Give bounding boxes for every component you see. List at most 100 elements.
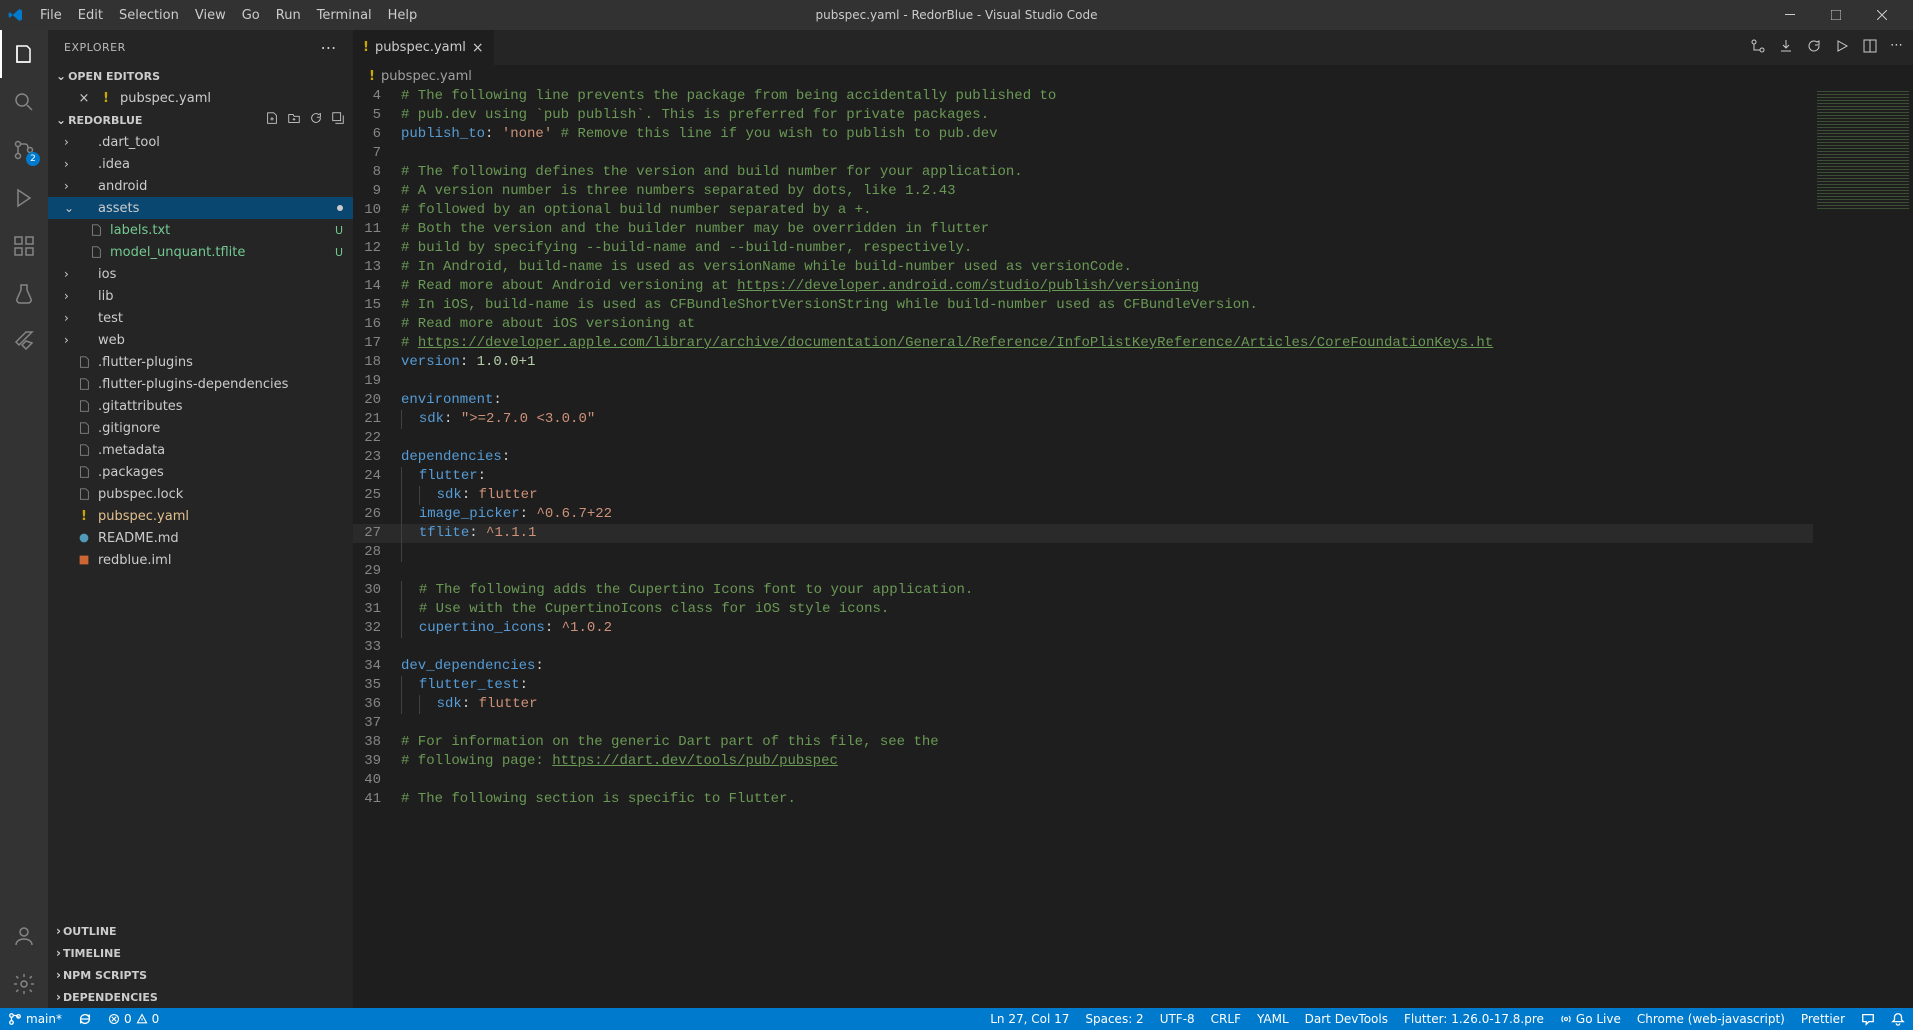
new-file-icon[interactable] [265, 111, 279, 129]
editor-line[interactable]: 15# In iOS, build-name is used as CFBund… [353, 296, 1813, 315]
menu-help[interactable]: Help [380, 4, 426, 27]
folder-web[interactable]: ›web [48, 329, 353, 351]
editor-line[interactable]: 29 [353, 562, 1813, 581]
minimap[interactable] [1813, 87, 1913, 1008]
status-flutter[interactable]: Flutter: 1.26.0-17.8.pre [1396, 1012, 1552, 1026]
editor-line[interactable]: 34dev_dependencies: [353, 657, 1813, 676]
folder--idea[interactable]: ›.idea [48, 153, 353, 175]
section-dependencies[interactable]: › DEPENDENCIES [48, 986, 353, 1008]
run-icon[interactable] [1834, 38, 1850, 58]
editor-line[interactable]: 12# build by specifying --build-name and… [353, 239, 1813, 258]
status-spaces[interactable]: Spaces: 2 [1077, 1012, 1151, 1026]
file--gitattributes[interactable]: .gitattributes [48, 395, 353, 417]
status-prettier[interactable]: Prettier [1793, 1012, 1853, 1026]
download-icon[interactable] [1778, 38, 1794, 58]
editor-line[interactable]: 25 sdk: flutter [353, 486, 1813, 505]
editor-line[interactable]: 27 tflite: ^1.1.1 [353, 524, 1813, 543]
editor-line[interactable]: 18version: 1.0.0+1 [353, 353, 1813, 372]
activity-testing[interactable] [0, 270, 48, 318]
activity-extensions[interactable] [0, 222, 48, 270]
menu-selection[interactable]: Selection [111, 4, 187, 27]
activity-explorer[interactable] [0, 30, 48, 78]
code-editor[interactable]: 4# The following line prevents the packa… [353, 87, 1813, 1008]
refresh-icon[interactable] [309, 111, 323, 129]
activity-source-control[interactable]: 2 [0, 126, 48, 174]
editor-line[interactable]: 36 sdk: flutter [353, 695, 1813, 714]
file-pubspec-yaml[interactable]: !pubspec.yaml [48, 505, 353, 527]
menu-run[interactable]: Run [268, 4, 309, 27]
editor-line[interactable]: 20environment: [353, 391, 1813, 410]
status-problems[interactable]: 0 0 [100, 1012, 167, 1026]
collapse-all-icon[interactable] [331, 111, 345, 129]
status-cursor[interactable]: Ln 27, Col 17 [982, 1012, 1077, 1026]
editor-line[interactable]: 6publish_to: 'none' # Remove this line i… [353, 125, 1813, 144]
folder--dart-tool[interactable]: ›.dart_tool [48, 131, 353, 153]
editor-line[interactable]: 9# A version number is three numbers sep… [353, 182, 1813, 201]
status-eol[interactable]: CRLF [1203, 1012, 1249, 1026]
file--gitignore[interactable]: .gitignore [48, 417, 353, 439]
sidebar-more-icon[interactable]: ⋯ [321, 38, 338, 57]
editor-line[interactable]: 8# The following defines the version and… [353, 163, 1813, 182]
tab-pubspec[interactable]: ! pubspec.yaml × [353, 30, 494, 65]
file-pubspec-lock[interactable]: pubspec.lock [48, 483, 353, 505]
status-branch[interactable]: main* [0, 1012, 70, 1026]
folder-ios[interactable]: ›ios [48, 263, 353, 285]
activity-search[interactable] [0, 78, 48, 126]
more-icon[interactable]: ⋯ [1890, 38, 1903, 58]
compare-changes-icon[interactable] [1750, 38, 1766, 58]
section-npm-scripts[interactable]: › NPM SCRIPTS [48, 964, 353, 986]
editor-line[interactable]: 37 [353, 714, 1813, 733]
section-project[interactable]: ⌄ REDORBLUE [48, 109, 353, 131]
editor-line[interactable]: 14# Read more about Android versioning a… [353, 277, 1813, 296]
status-golive[interactable]: Go Live [1552, 1012, 1629, 1026]
editor-line[interactable]: 35 flutter_test: [353, 676, 1813, 695]
activity-accounts[interactable] [0, 912, 48, 960]
file-readme-md[interactable]: README.md [48, 527, 353, 549]
status-devtools[interactable]: Dart DevTools [1297, 1012, 1396, 1026]
file--flutter-plugins[interactable]: .flutter-plugins [48, 351, 353, 373]
editor-line[interactable]: 38# For information on the generic Dart … [353, 733, 1813, 752]
close-icon[interactable]: × [76, 91, 92, 106]
close-button[interactable] [1859, 0, 1905, 30]
editor-line[interactable]: 32 cupertino_icons: ^1.0.2 [353, 619, 1813, 638]
editor-line[interactable]: 24 flutter: [353, 467, 1813, 486]
section-outline[interactable]: › OUTLINE [48, 920, 353, 942]
editor-line[interactable]: 10# followed by an optional build number… [353, 201, 1813, 220]
folder-assets[interactable]: ⌄assets [48, 197, 353, 219]
file-labels-txt[interactable]: labels.txtU [48, 219, 353, 241]
editor-line[interactable]: 7 [353, 144, 1813, 163]
status-feedback[interactable] [1853, 1012, 1883, 1026]
status-sync[interactable] [70, 1012, 100, 1026]
file-model-unquant-tflite[interactable]: model_unquant.tfliteU [48, 241, 353, 263]
file-redblue-iml[interactable]: redblue.iml [48, 549, 353, 571]
editor-line[interactable]: 41# The following section is specific to… [353, 790, 1813, 809]
menu-terminal[interactable]: Terminal [309, 4, 380, 27]
new-folder-icon[interactable] [287, 111, 301, 129]
editor-line[interactable]: 39# following page: https://dart.dev/too… [353, 752, 1813, 771]
status-chrome[interactable]: Chrome (web-javascript) [1629, 1012, 1793, 1026]
editor-line[interactable]: 23dependencies: [353, 448, 1813, 467]
folder-lib[interactable]: ›lib [48, 285, 353, 307]
section-timeline[interactable]: › TIMELINE [48, 942, 353, 964]
minimize-button[interactable] [1767, 0, 1813, 30]
activity-run-debug[interactable] [0, 174, 48, 222]
editor-line[interactable]: 31 # Use with the CupertinoIcons class f… [353, 600, 1813, 619]
activity-flutter[interactable] [0, 318, 48, 366]
editor-line[interactable]: 11# Both the version and the builder num… [353, 220, 1813, 239]
editor-line[interactable]: 16# Read more about iOS versioning at [353, 315, 1813, 334]
menu-edit[interactable]: Edit [70, 4, 111, 27]
editor-line[interactable]: 19 [353, 372, 1813, 391]
breadcrumb[interactable]: ! pubspec.yaml [353, 65, 1913, 87]
file--flutter-plugins-dependencies[interactable]: .flutter-plugins-dependencies [48, 373, 353, 395]
editor-line[interactable]: 22 [353, 429, 1813, 448]
section-open-editors[interactable]: ⌄ OPEN EDITORS [48, 65, 353, 87]
editor-line[interactable]: 26 image_picker: ^0.6.7+22 [353, 505, 1813, 524]
menu-file[interactable]: File [32, 4, 70, 27]
close-icon[interactable]: × [472, 40, 484, 56]
maximize-button[interactable] [1813, 0, 1859, 30]
editor-line[interactable]: 28 [353, 543, 1813, 562]
menu-go[interactable]: Go [234, 4, 268, 27]
status-encoding[interactable]: UTF-8 [1152, 1012, 1203, 1026]
folder-android[interactable]: ›android [48, 175, 353, 197]
status-bell[interactable] [1883, 1012, 1913, 1026]
